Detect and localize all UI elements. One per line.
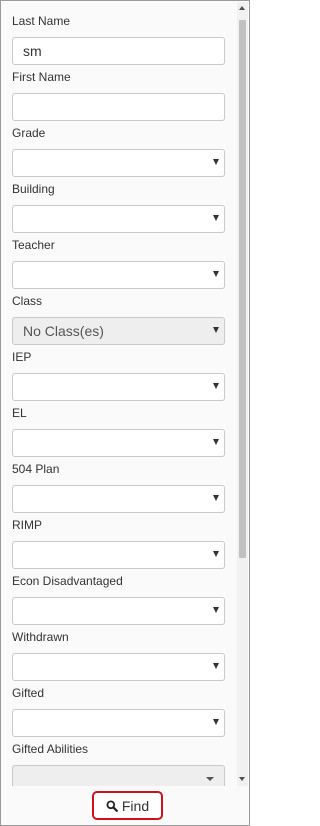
el-label: EL	[12, 406, 27, 420]
econ-disadvantaged-select[interactable]	[12, 597, 225, 625]
iep-label: IEP	[12, 350, 32, 364]
last-name-label: Last Name	[12, 14, 71, 28]
teacher-select[interactable]	[12, 261, 225, 289]
iep-group: IEP	[12, 349, 225, 401]
gifted-abilities-group: Gifted Abilities	[12, 741, 225, 786]
el-group: EL	[12, 405, 225, 457]
caret-down-icon	[213, 327, 219, 333]
find-button[interactable]: Find	[92, 791, 163, 820]
class-value: No Class(es)	[23, 323, 104, 339]
caret-down-icon	[213, 159, 219, 165]
504-plan-select[interactable]	[12, 485, 225, 513]
caret-down-icon	[213, 607, 219, 613]
find-button-label: Find	[121, 797, 150, 814]
caret-down-icon	[213, 383, 219, 389]
gifted-label: Gifted	[12, 686, 45, 700]
gifted-abilities-label: Gifted Abilities	[12, 742, 89, 756]
econ-disadvantaged-group: Econ Disadvantaged	[12, 573, 225, 625]
504-plan-label: 504 Plan	[12, 462, 60, 476]
caret-down-icon	[213, 439, 219, 445]
last-name-group: Last Name sm	[12, 13, 225, 65]
building-label: Building	[12, 182, 55, 196]
caret-down-icon	[213, 271, 219, 277]
first-name-input[interactable]	[12, 93, 225, 121]
rimp-group: RIMP	[12, 517, 225, 569]
class-group: Class No Class(es)	[12, 293, 225, 345]
vertical-scrollbar[interactable]	[237, 2, 248, 786]
gifted-select[interactable]	[12, 709, 225, 737]
building-select[interactable]	[12, 205, 225, 233]
caret-down-icon	[206, 777, 214, 781]
grade-label: Grade	[12, 126, 46, 140]
caret-down-icon	[213, 663, 219, 669]
first-name-group: First Name	[12, 69, 225, 121]
caret-down-icon	[213, 719, 219, 725]
iep-select[interactable]	[12, 373, 225, 401]
first-name-label: First Name	[12, 70, 71, 84]
rimp-label: RIMP	[12, 518, 42, 532]
class-select: No Class(es)	[12, 317, 225, 345]
econ-disadvantaged-label: Econ Disadvantaged	[12, 574, 123, 588]
withdrawn-label: Withdrawn	[12, 630, 69, 644]
teacher-label: Teacher	[12, 238, 55, 252]
withdrawn-select[interactable]	[12, 653, 225, 681]
gifted-group: Gifted	[12, 685, 225, 737]
grade-select[interactable]	[12, 149, 225, 177]
search-icon	[106, 800, 118, 812]
building-group: Building	[12, 181, 225, 233]
el-select[interactable]	[12, 429, 225, 457]
filter-form: Last Name sm First Name Grade Building T…	[2, 2, 236, 786]
grade-group: Grade	[12, 125, 225, 177]
withdrawn-group: Withdrawn	[12, 629, 225, 681]
gifted-abilities-select	[12, 765, 225, 786]
search-panel: Last Name sm First Name Grade Building T…	[0, 0, 250, 826]
rimp-select[interactable]	[12, 541, 225, 569]
scroll-down-arrow-icon[interactable]	[239, 777, 245, 781]
class-label: Class	[12, 294, 43, 308]
teacher-group: Teacher	[12, 237, 225, 289]
scroll-up-arrow-icon[interactable]	[239, 6, 245, 10]
caret-down-icon	[213, 215, 219, 221]
scrollbar-thumb[interactable]	[239, 20, 246, 558]
last-name-input[interactable]: sm	[12, 37, 225, 65]
caret-down-icon	[213, 495, 219, 501]
caret-down-icon	[213, 551, 219, 557]
504-plan-group: 504 Plan	[12, 461, 225, 513]
